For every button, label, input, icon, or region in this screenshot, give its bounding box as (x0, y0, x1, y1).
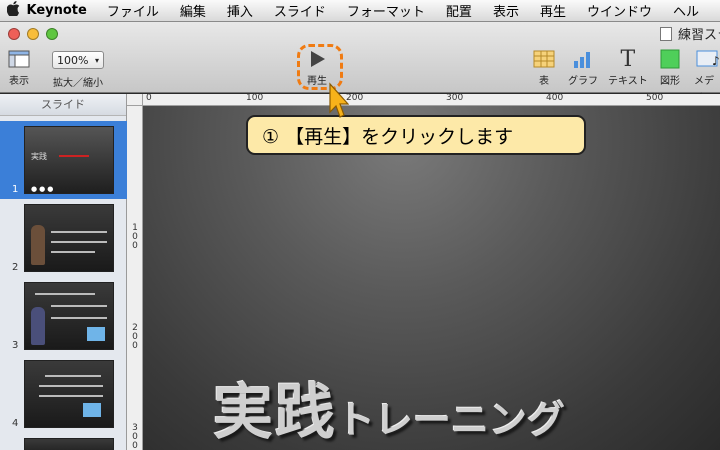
thumb-text-line (45, 375, 101, 377)
window-title-text: 練習スラ (678, 28, 720, 43)
menu-format[interactable]: フォーマット (347, 1, 425, 20)
board-illustration (87, 327, 105, 341)
menu-arrange[interactable]: 配置 (446, 1, 472, 20)
chart-icon (572, 48, 594, 70)
thumb-text-line (51, 317, 107, 319)
menu-app-name[interactable]: Keynote (26, 3, 86, 18)
menu-help[interactable]: ヘル (673, 1, 699, 20)
apple-icon[interactable] (0, 1, 26, 20)
instruction-callout: ① 【再生】をクリックします (246, 115, 586, 155)
sidebar-header: スライド (0, 94, 126, 116)
slide-navigator: スライド 実践 ●●● 1 2 3 4 (0, 94, 127, 450)
horizontal-ruler: 0 100 200 300 400 500 (143, 93, 720, 106)
person-illustration (31, 225, 45, 265)
thumb-text-line (39, 385, 103, 387)
window-toolbar: 練習スラ 表示 100% ▾ 拡大／縮小 再生 表 グラフ T テキスト (0, 22, 720, 102)
slide-thumb-row-1[interactable]: 実践 ●●● 1 (0, 121, 127, 199)
table-icon (533, 48, 555, 70)
text-icon: T (620, 46, 636, 72)
instruction-text: ① 【再生】をクリックします (262, 125, 514, 148)
chart-button[interactable]: グラフ (568, 48, 598, 87)
thumb-text-line (51, 305, 107, 307)
slide-thumb-row-5[interactable] (0, 433, 127, 450)
ruler-label: 300 (132, 423, 138, 450)
pointer-cursor-icon (327, 82, 350, 126)
slide-title[interactable]: 実践トレーニング (213, 364, 565, 450)
chart-label: グラフ (568, 76, 598, 87)
menu-edit[interactable]: 編集 (180, 1, 206, 20)
menu-window[interactable]: ウインドウ (587, 1, 652, 20)
shape-button[interactable]: 図形 (660, 48, 680, 87)
slide-number: 4 (12, 418, 19, 429)
chevron-down-icon: ▾ (94, 55, 99, 65)
ruler-label: 300 (446, 93, 464, 103)
ruler-label: 0 (146, 93, 152, 103)
document-icon (660, 26, 672, 41)
zoom-label: 拡大／縮小 (53, 78, 103, 89)
ruler-corner (127, 94, 143, 106)
thumb-text-line (51, 231, 107, 233)
slide-number: 1 (12, 184, 19, 195)
table-button[interactable]: 表 (533, 48, 555, 87)
slide-thumbnail[interactable]: 実践 ●●● (24, 126, 114, 194)
thumb-text-line (39, 395, 103, 397)
view-button[interactable]: 表示 (8, 48, 30, 87)
thumb-text-line (51, 251, 95, 253)
menu-slide[interactable]: スライド (274, 1, 326, 20)
thumb-accent (59, 155, 89, 157)
view-icon (8, 48, 30, 70)
ruler-label: 100 (246, 93, 264, 103)
shape-icon (660, 48, 680, 70)
ruler-label: 200 (132, 323, 138, 351)
slide-thumb-row-2[interactable]: 2 (0, 199, 127, 277)
text-label: テキスト (608, 76, 648, 87)
ruler-label: 400 (546, 93, 564, 103)
view-label: 表示 (9, 76, 29, 87)
slide-thumbnail[interactable] (24, 360, 114, 428)
zoom-value: 100% (57, 53, 89, 67)
slide-thumbnail[interactable] (24, 438, 114, 450)
person-illustration (31, 307, 45, 345)
thumb-text-line (51, 241, 107, 243)
thumb-title: 実践 (31, 152, 47, 161)
thumb-text-line (35, 293, 95, 295)
zoom-control[interactable]: 100% ▾ 拡大／縮小 (52, 51, 104, 89)
slide-title-main: 実践 (213, 378, 337, 448)
close-button[interactable] (8, 28, 20, 40)
ruler-label: 100 (132, 223, 138, 251)
svg-text:♪: ♪ (712, 54, 720, 68)
board-illustration (83, 403, 101, 417)
menu-play[interactable]: 再生 (540, 1, 566, 20)
slide-thumb-row-4[interactable]: 4 (0, 355, 127, 433)
slide-thumb-row-3[interactable]: 3 (0, 277, 127, 355)
menu-view[interactable]: 表示 (493, 1, 519, 20)
menu-bar: Keynote ファイル 編集 挿入 スライド フォーマット 配置 表示 再生 … (0, 0, 720, 22)
window-controls (8, 28, 58, 40)
menu-file[interactable]: ファイル (107, 1, 159, 20)
slide-number: 2 (12, 262, 19, 273)
vertical-ruler: 100 200 300 (127, 106, 143, 450)
slide-title-sub: トレーニング (337, 397, 566, 442)
slide-number: 3 (12, 340, 19, 351)
minimize-button[interactable] (27, 28, 39, 40)
slide-thumbnail[interactable] (24, 282, 114, 350)
zoom-select[interactable]: 100% ▾ (52, 51, 104, 69)
slide-thumbnail[interactable] (24, 204, 114, 272)
menu-insert[interactable]: 挿入 (227, 1, 253, 20)
shape-label: 図形 (660, 76, 680, 87)
media-icon: ♪ (694, 48, 720, 70)
window-title: 練習スラ (660, 24, 720, 43)
ruler-label: 500 (646, 93, 664, 103)
table-label: 表 (539, 76, 549, 87)
zoom-window-button[interactable] (46, 28, 58, 40)
thumb-dots: ●●● (31, 185, 56, 193)
text-button[interactable]: T テキスト (608, 46, 648, 88)
slide-canvas[interactable]: 実践トレーニング (143, 106, 720, 450)
